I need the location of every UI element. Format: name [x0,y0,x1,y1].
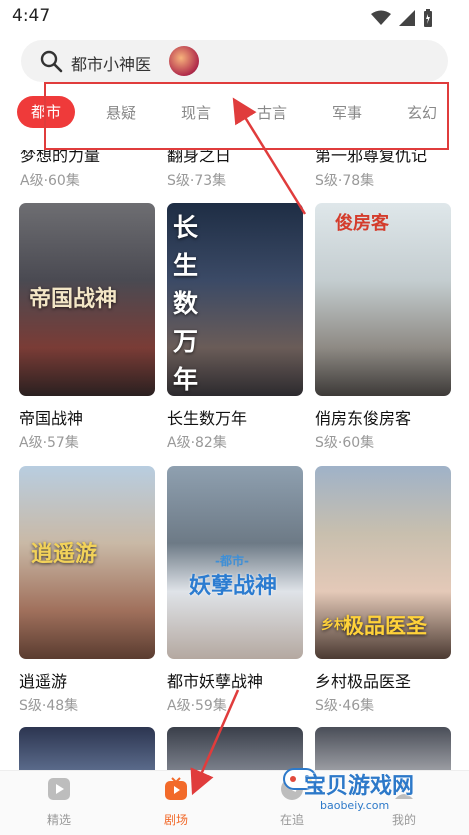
card-meta: S级·73集 [167,173,227,189]
signal-icon [399,10,415,26]
poster-image[interactable] [167,727,303,770]
poster-image[interactable]: 俊房客 [315,203,451,396]
card-title[interactable]: 乡村极品医圣 [315,668,411,692]
card-title[interactable]: 帝国战神 [19,405,83,429]
status-bar: 4:47 [0,0,469,34]
poster-title: 帝国战神 [29,287,118,312]
wifi-icon [371,10,391,25]
watermark: 宝贝游戏网 baobeiy.com [282,765,432,823]
poster-image[interactable] [315,727,451,770]
battery-icon [424,9,432,27]
status-time: 4:47 [12,6,51,26]
card-meta: S级·46集 [315,698,375,714]
search-thumbnail [169,46,199,76]
poster-title: 长生数万年 [173,213,199,394]
search-input[interactable]: 都市小神医 [71,51,151,75]
watermark-text: 宝贝游戏网 [304,774,415,799]
status-icons [371,9,433,27]
card-meta: A级·82集 [167,435,227,451]
card-title[interactable]: 长生数万年 [167,405,247,429]
poster-subtitle: -都市- [215,554,249,568]
poster-image[interactable]: 乡村 极品医圣 [315,466,451,659]
annotation-box [44,82,449,150]
card-meta: S级·48集 [19,698,79,714]
card-meta: A级·59集 [167,698,227,714]
poster-image[interactable]: 长生数万年 [167,203,303,396]
poster-title: 俊房客 [335,213,389,234]
poster-image[interactable]: 逍遥游 [19,466,155,659]
poster-image[interactable] [19,727,155,770]
watermark-domain: baobeiy.com [320,799,390,812]
poster-title: 妖孽战神 [189,574,278,599]
nav-juchang[interactable]: 剧场 [146,777,206,828]
poster-image[interactable]: 帝国战神 [19,203,155,396]
card-meta: A级·57集 [19,435,79,451]
play-icon [48,778,70,800]
tv-icon [165,777,187,800]
nav-jingxuan[interactable]: 精选 [29,777,89,828]
poster-image[interactable]: -都市- 妖孽战神 [167,466,303,659]
card-meta: S级·78集 [315,173,375,189]
nav-label: 精选 [46,813,71,827]
card-meta: S级·60集 [315,435,375,451]
search-bar[interactable]: 都市小神医 [21,40,448,82]
poster-title: 极品医圣 [343,614,427,638]
search-icon [40,50,63,73]
nav-label: 剧场 [163,813,188,827]
poster-title: 逍遥游 [31,542,98,567]
card-title[interactable]: 俏房东俊房客 [315,405,411,429]
card-title[interactable]: 都市妖孽战神 [167,668,263,692]
card-title[interactable]: 逍遥游 [19,668,67,692]
card-meta: A级·60集 [20,173,80,189]
